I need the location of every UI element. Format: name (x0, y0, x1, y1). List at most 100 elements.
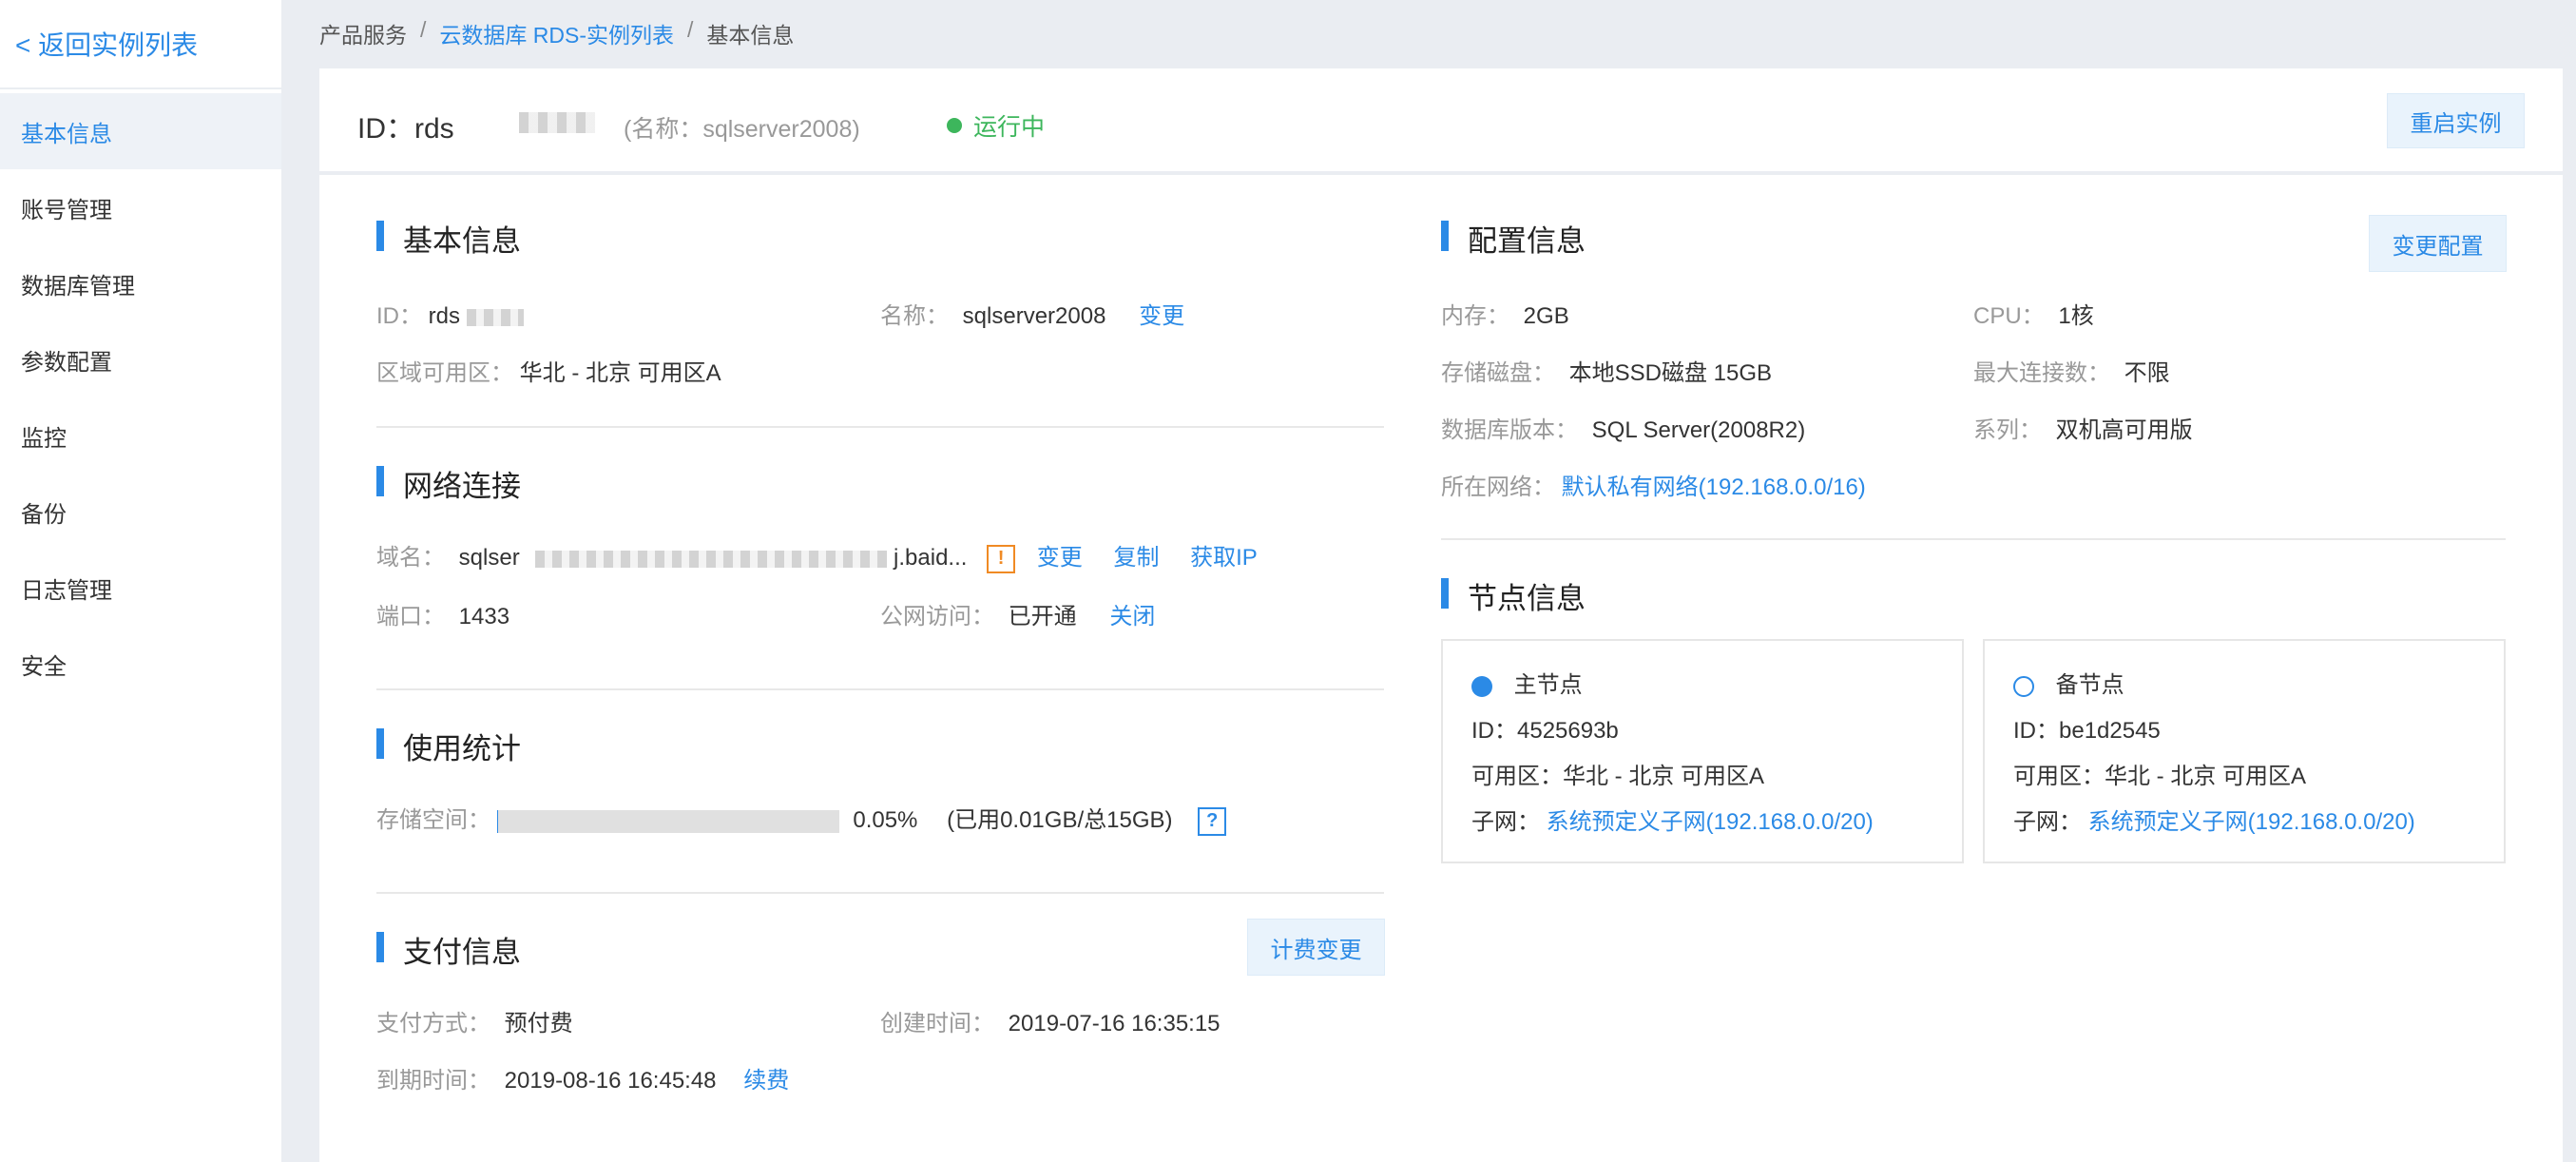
redacted-id-mask (519, 112, 595, 133)
divider (1441, 538, 2506, 540)
breadcrumb-products[interactable]: 产品服务 (319, 17, 407, 49)
cpu-row: CPU： 1核 (1973, 297, 2094, 330)
storage-percent: 0.05% (853, 807, 918, 833)
warning-icon: ! (987, 544, 1016, 573)
basic-name-row: 名称： sqlserver2008 变更 (880, 297, 1184, 330)
divider (376, 688, 1384, 690)
expire-time-value: 2019-08-16 16:45:48 (504, 1068, 717, 1094)
status-badge: 运行中 (947, 108, 1045, 143)
standby-node-radio-icon (2013, 675, 2034, 697)
standby-node-card: 备节点 ID：be1d2545 可用区：华北 - 北京 可用区A 子网： 系统预… (1983, 639, 2506, 863)
standby-node-subnet-row: 子网： 系统预定义子网(192.168.0.0/20) (2013, 803, 2415, 836)
change-name-link[interactable]: 变更 (1139, 303, 1184, 329)
help-icon[interactable]: ? (1198, 806, 1227, 836)
db-version-label: 数据库版本： (1441, 417, 1578, 443)
sidebar-item-backup[interactable]: 备份 (0, 474, 281, 550)
max-connections-row: 最大连接数： 不限 (1973, 354, 2170, 387)
domain-label: 域名： (376, 545, 445, 571)
standby-node-header: 备节点 (2013, 666, 2124, 699)
memory-value: 2GB (1523, 303, 1569, 329)
primary-node-zone: 可用区：华北 - 北京 可用区A (1471, 764, 1765, 789)
close-public-access-link[interactable]: 关闭 (1109, 604, 1155, 629)
instance-header: ID：rds (名称：sqlserver2008) 运行中 重启实例 (319, 68, 2563, 173)
vpc-row: 所在网络： 默认私有网络(192.168.0.0/16) (1441, 468, 1866, 501)
series-label: 系列： (1973, 417, 2042, 443)
sidebar-item-parameters[interactable]: 参数配置 (0, 321, 281, 397)
back-to-instance-list-link[interactable]: < 返回实例列表 (0, 0, 281, 89)
section-title-network: 网络连接 (376, 462, 521, 505)
zone-value: 华北 - 北京 可用区A (519, 360, 721, 386)
sidebar-item-basic-info[interactable]: 基本信息 (0, 93, 281, 169)
memory-row: 内存： 2GB (1441, 297, 1569, 330)
standby-node-id: ID：be1d2545 (2013, 718, 2161, 744)
created-time-label: 创建时间： (880, 1011, 994, 1036)
public-access-row: 公网访问： 已开通 关闭 (880, 597, 1155, 630)
max-connections-label: 最大连接数： (1973, 360, 2110, 386)
primary-subnet-label: 子网： (1471, 809, 1540, 835)
breadcrumb-separator: / (420, 17, 427, 42)
instance-name-text: (名称：sqlserver2008) (624, 116, 860, 143)
storage-label: 存储空间： (376, 807, 490, 833)
basic-id-row: ID： rds (376, 297, 524, 330)
copy-domain-link[interactable]: 复制 (1113, 545, 1159, 571)
sidebar-item-databases[interactable]: 数据库管理 (0, 245, 281, 321)
section-title-usage: 使用统计 (376, 725, 521, 767)
billing-change-button[interactable]: 计费变更 (1247, 919, 1385, 976)
storage-row: 存储空间： 0.05% (已用0.01GB/总15GB) ? (376, 801, 1227, 836)
redacted-domain-mask (535, 550, 888, 568)
series-value: 双机高可用版 (2055, 417, 2193, 443)
name-value: sqlserver2008 (962, 303, 1106, 329)
primary-node-label: 主节点 (1513, 672, 1583, 698)
name-label: 名称： (880, 303, 949, 329)
change-config-button[interactable]: 变更配置 (2369, 215, 2507, 272)
domain-row: 域名： sqlser j.baid... ! 变更 复制 获取IP (376, 538, 1258, 573)
zone-label: 区域可用区： (376, 360, 513, 386)
status-text: 运行中 (973, 114, 1046, 141)
vpc-link[interactable]: 默认私有网络(192.168.0.0/16) (1562, 474, 1866, 500)
breadcrumb-instance-list[interactable]: 云数据库 RDS-实例列表 (439, 17, 674, 49)
breadcrumb-separator: / (687, 17, 694, 42)
public-access-value: 已开通 (1008, 604, 1077, 629)
main-content: 基本信息 ID： rds 名称： sqlserver2008 变更 区域可用区：… (319, 175, 2563, 1162)
section-title-config: 配置信息 (1441, 217, 1586, 260)
get-ip-link[interactable]: 获取IP (1190, 545, 1258, 571)
domain-suffix: j.baid... (894, 545, 968, 571)
payment-method-label: 支付方式： (376, 1011, 490, 1036)
redacted-id-mask (466, 308, 524, 326)
cpu-label: CPU： (1973, 303, 2045, 329)
renew-link[interactable]: 续费 (743, 1068, 789, 1094)
sidebar-item-accounts[interactable]: 账号管理 (0, 169, 281, 245)
sidebar-item-monitoring[interactable]: 监控 (0, 397, 281, 474)
sidebar-item-logs[interactable]: 日志管理 (0, 550, 281, 626)
primary-node-radio-icon (1471, 675, 1492, 697)
primary-node-card: 主节点 ID：4525693b 可用区：华北 - 北京 可用区A 子网： 系统预… (1441, 639, 1964, 863)
payment-method-row: 支付方式： 预付费 (376, 1004, 573, 1037)
primary-subnet-link[interactable]: 系统预定义子网(192.168.0.0/20) (1547, 809, 1874, 835)
restart-instance-button[interactable]: 重启实例 (2387, 93, 2525, 148)
sidebar-item-security[interactable]: 安全 (0, 626, 281, 702)
instance-id-title: ID：rds (357, 113, 454, 145)
disk-label: 存储磁盘： (1441, 360, 1555, 386)
disk-value: 本地SSD磁盘 15GB (1568, 360, 1773, 386)
created-time-value: 2019-07-16 16:35:15 (1008, 1011, 1221, 1036)
standby-subnet-link[interactable]: 系统预定义子网(192.168.0.0/20) (2088, 809, 2415, 835)
section-title-basic-info: 基本信息 (376, 217, 521, 260)
storage-progress-bar (496, 809, 839, 833)
primary-node-id: ID：4525693b (1471, 718, 1619, 744)
max-connections-value: 不限 (2124, 360, 2170, 386)
expire-time-label: 到期时间： (376, 1068, 490, 1094)
port-label: 端口： (376, 604, 445, 629)
divider (376, 892, 1384, 894)
public-access-label: 公网访问： (880, 604, 994, 629)
port-row: 端口： 1433 (376, 597, 509, 630)
cpu-value: 1核 (2058, 303, 2094, 329)
sidebar-nav: 基本信息 账号管理 数据库管理 参数配置 监控 备份 日志管理 安全 (0, 89, 281, 702)
storage-detail: (已用0.01GB/总15GB) (947, 807, 1173, 833)
change-domain-link[interactable]: 变更 (1037, 545, 1083, 571)
primary-node-subnet-row: 子网： 系统预定义子网(192.168.0.0/20) (1471, 803, 1874, 836)
section-title-payment: 支付信息 (376, 928, 521, 971)
series-row: 系列： 双机高可用版 (1973, 411, 2193, 444)
breadcrumb: 产品服务 / 云数据库 RDS-实例列表 / 基本信息 (319, 17, 794, 49)
sidebar: < 返回实例列表 基本信息 账号管理 数据库管理 参数配置 监控 备份 日志管理… (0, 0, 281, 1162)
breadcrumb-current: 基本信息 (706, 23, 795, 48)
